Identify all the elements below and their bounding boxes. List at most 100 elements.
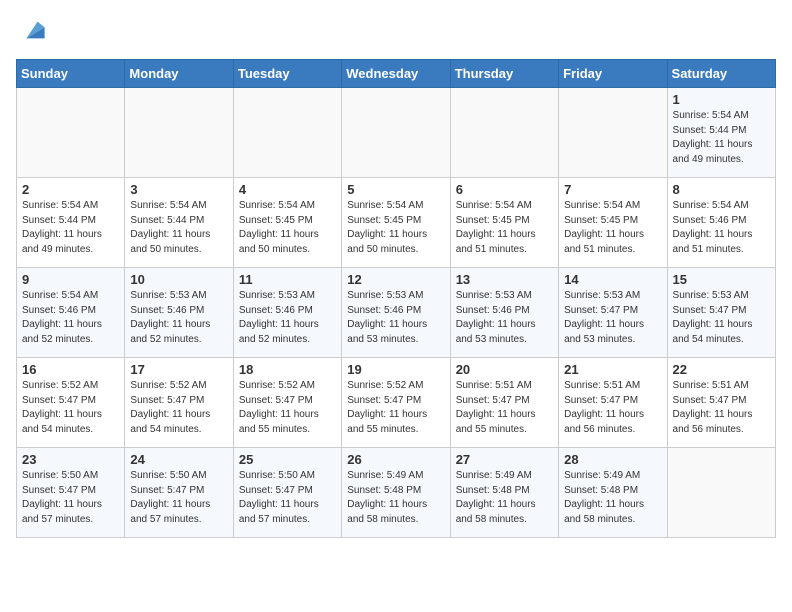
day-info: Sunrise: 5:52 AMSunset: 5:47 PMDaylight:… bbox=[239, 379, 336, 437]
weekday-header-tuesday: Tuesday bbox=[233, 60, 341, 88]
calendar-cell: 24 Sunrise: 5:50 AMSunset: 5:47 PMDayligh… bbox=[125, 448, 233, 538]
day-info: Sunrise: 5:54 AMSunset: 5:44 PMDaylight:… bbox=[22, 199, 119, 257]
calendar-cell: 6 Sunrise: 5:54 AMSunset: 5:45 PMDaylight… bbox=[450, 178, 558, 268]
day-info: Sunrise: 5:51 AMSunset: 5:47 PMDaylight:… bbox=[564, 379, 661, 437]
calendar-cell: 13 Sunrise: 5:53 AMSunset: 5:46 PMDayligh… bbox=[450, 268, 558, 358]
day-number: 5 bbox=[347, 182, 444, 197]
day-info: Sunrise: 5:49 AMSunset: 5:48 PMDaylight:… bbox=[564, 469, 661, 527]
calendar-body: 1 Sunrise: 5:54 AMSunset: 5:44 PMDaylight… bbox=[17, 88, 776, 538]
calendar-week-5: 23 Sunrise: 5:50 AMSunset: 5:47 PMDayligh… bbox=[17, 448, 776, 538]
calendar-cell: 4 Sunrise: 5:54 AMSunset: 5:45 PMDaylight… bbox=[233, 178, 341, 268]
day-info: Sunrise: 5:54 AMSunset: 5:45 PMDaylight:… bbox=[239, 199, 336, 257]
day-info: Sunrise: 5:54 AMSunset: 5:44 PMDaylight:… bbox=[673, 109, 770, 167]
calendar-cell: 14 Sunrise: 5:53 AMSunset: 5:47 PMDayligh… bbox=[559, 268, 667, 358]
calendar-cell bbox=[450, 88, 558, 178]
calendar-cell: 22 Sunrise: 5:51 AMSunset: 5:47 PMDayligh… bbox=[667, 358, 775, 448]
calendar-cell: 19Sunrise: 5:52 AMSunset: 5:47 PMDayligh… bbox=[342, 358, 450, 448]
day-number: 20 bbox=[456, 362, 553, 377]
calendar-cell bbox=[125, 88, 233, 178]
day-number: 16 bbox=[22, 362, 119, 377]
day-number: 9 bbox=[22, 272, 119, 287]
calendar-cell: 16 Sunrise: 5:52 AMSunset: 5:47 PMDayligh… bbox=[17, 358, 125, 448]
day-number: 22 bbox=[673, 362, 770, 377]
calendar-cell: 12 Sunrise: 5:53 AMSunset: 5:46 PMDayligh… bbox=[342, 268, 450, 358]
calendar-cell: 3 Sunrise: 5:54 AMSunset: 5:44 PMDaylight… bbox=[125, 178, 233, 268]
day-number: 10 bbox=[130, 272, 227, 287]
calendar-cell: 28 Sunrise: 5:49 AMSunset: 5:48 PMDayligh… bbox=[559, 448, 667, 538]
calendar-table: SundayMondayTuesdayWednesdayThursdayFrid… bbox=[16, 59, 776, 538]
day-number: 21 bbox=[564, 362, 661, 377]
day-info: Sunrise: 5:53 AMSunset: 5:46 PMDaylight:… bbox=[239, 289, 336, 347]
logo-icon bbox=[18, 16, 46, 44]
day-number: 25 bbox=[239, 452, 336, 467]
day-info: Sunrise: 5:54 AMSunset: 5:45 PMDaylight:… bbox=[456, 199, 553, 257]
weekday-header-row: SundayMondayTuesdayWednesdayThursdayFrid… bbox=[17, 60, 776, 88]
day-number: 3 bbox=[130, 182, 227, 197]
calendar-cell: 20 Sunrise: 5:51 AMSunset: 5:47 PMDayligh… bbox=[450, 358, 558, 448]
logo bbox=[16, 16, 46, 49]
day-info: Sunrise: 5:49 AMSunset: 5:48 PMDaylight:… bbox=[456, 469, 553, 527]
day-info: Sunrise: 5:52 AMSunset: 5:47 PMDaylight:… bbox=[22, 379, 119, 437]
calendar-cell: 21 Sunrise: 5:51 AMSunset: 5:47 PMDayligh… bbox=[559, 358, 667, 448]
day-info: Sunrise: 5:50 AMSunset: 5:47 PMDaylight:… bbox=[239, 469, 336, 527]
page-header bbox=[16, 16, 776, 49]
calendar-cell bbox=[17, 88, 125, 178]
calendar-week-3: 9 Sunrise: 5:54 AMSunset: 5:46 PMDaylight… bbox=[17, 268, 776, 358]
day-number: 19 bbox=[347, 362, 444, 377]
weekday-header-thursday: Thursday bbox=[450, 60, 558, 88]
day-number: 4 bbox=[239, 182, 336, 197]
calendar-cell bbox=[342, 88, 450, 178]
day-number: 24 bbox=[130, 452, 227, 467]
day-number: 28 bbox=[564, 452, 661, 467]
day-number: 18 bbox=[239, 362, 336, 377]
day-info: Sunrise: 5:54 AMSunset: 5:46 PMDaylight:… bbox=[22, 289, 119, 347]
day-info: Sunrise: 5:51 AMSunset: 5:47 PMDaylight:… bbox=[456, 379, 553, 437]
day-number: 11 bbox=[239, 272, 336, 287]
calendar-cell bbox=[233, 88, 341, 178]
calendar-cell: 27 Sunrise: 5:49 AMSunset: 5:48 PMDayligh… bbox=[450, 448, 558, 538]
day-number: 7 bbox=[564, 182, 661, 197]
calendar-cell bbox=[667, 448, 775, 538]
calendar-cell: 25 Sunrise: 5:50 AMSunset: 5:47 PMDayligh… bbox=[233, 448, 341, 538]
day-info: Sunrise: 5:54 AMSunset: 5:45 PMDaylight:… bbox=[347, 199, 444, 257]
day-number: 12 bbox=[347, 272, 444, 287]
day-info: Sunrise: 5:53 AMSunset: 5:46 PMDaylight:… bbox=[456, 289, 553, 347]
day-info: Sunrise: 5:53 AMSunset: 5:46 PMDaylight:… bbox=[347, 289, 444, 347]
calendar-cell: 26 Sunrise: 5:49 AMSunset: 5:48 PMDayligh… bbox=[342, 448, 450, 538]
calendar-cell: 8Sunrise: 5:54 AMSunset: 5:46 PMDaylight… bbox=[667, 178, 775, 268]
calendar-cell bbox=[559, 88, 667, 178]
day-info: Sunrise: 5:51 AMSunset: 5:47 PMDaylight:… bbox=[673, 379, 770, 437]
calendar-cell: 18 Sunrise: 5:52 AMSunset: 5:47 PMDayligh… bbox=[233, 358, 341, 448]
day-number: 8 bbox=[673, 182, 770, 197]
weekday-header-sunday: Sunday bbox=[17, 60, 125, 88]
day-info: Sunrise: 5:53 AMSunset: 5:47 PMDaylight:… bbox=[564, 289, 661, 347]
day-number: 27 bbox=[456, 452, 553, 467]
weekday-header-friday: Friday bbox=[559, 60, 667, 88]
calendar-week-2: 2Sunrise: 5:54 AMSunset: 5:44 PMDaylight… bbox=[17, 178, 776, 268]
day-number: 26 bbox=[347, 452, 444, 467]
day-info: Sunrise: 5:52 AMSunset: 5:47 PMDaylight:… bbox=[130, 379, 227, 437]
day-info: Sunrise: 5:49 AMSunset: 5:48 PMDaylight:… bbox=[347, 469, 444, 527]
weekday-header-saturday: Saturday bbox=[667, 60, 775, 88]
calendar-cell: 9 Sunrise: 5:54 AMSunset: 5:46 PMDaylight… bbox=[17, 268, 125, 358]
weekday-header-wednesday: Wednesday bbox=[342, 60, 450, 88]
day-info: Sunrise: 5:50 AMSunset: 5:47 PMDaylight:… bbox=[130, 469, 227, 527]
day-number: 14 bbox=[564, 272, 661, 287]
calendar-cell: 5 Sunrise: 5:54 AMSunset: 5:45 PMDaylight… bbox=[342, 178, 450, 268]
day-number: 1 bbox=[673, 92, 770, 107]
day-info: Sunrise: 5:53 AMSunset: 5:46 PMDaylight:… bbox=[130, 289, 227, 347]
day-info: Sunrise: 5:50 AMSunset: 5:47 PMDaylight:… bbox=[22, 469, 119, 527]
day-number: 23 bbox=[22, 452, 119, 467]
weekday-header-monday: Monday bbox=[125, 60, 233, 88]
day-number: 6 bbox=[456, 182, 553, 197]
calendar-cell: 10 Sunrise: 5:53 AMSunset: 5:46 PMDayligh… bbox=[125, 268, 233, 358]
day-number: 13 bbox=[456, 272, 553, 287]
calendar-cell: 23 Sunrise: 5:50 AMSunset: 5:47 PMDayligh… bbox=[17, 448, 125, 538]
calendar-cell: 15Sunrise: 5:53 AMSunset: 5:47 PMDayligh… bbox=[667, 268, 775, 358]
calendar-cell: 7Sunrise: 5:54 AMSunset: 5:45 PMDaylight… bbox=[559, 178, 667, 268]
calendar-week-4: 16 Sunrise: 5:52 AMSunset: 5:47 PMDayligh… bbox=[17, 358, 776, 448]
calendar-cell: 17Sunrise: 5:52 AMSunset: 5:47 PMDayligh… bbox=[125, 358, 233, 448]
day-info: Sunrise: 5:54 AMSunset: 5:44 PMDaylight:… bbox=[130, 199, 227, 257]
day-info: Sunrise: 5:53 AMSunset: 5:47 PMDaylight:… bbox=[673, 289, 770, 347]
calendar-cell: 2Sunrise: 5:54 AMSunset: 5:44 PMDaylight… bbox=[17, 178, 125, 268]
